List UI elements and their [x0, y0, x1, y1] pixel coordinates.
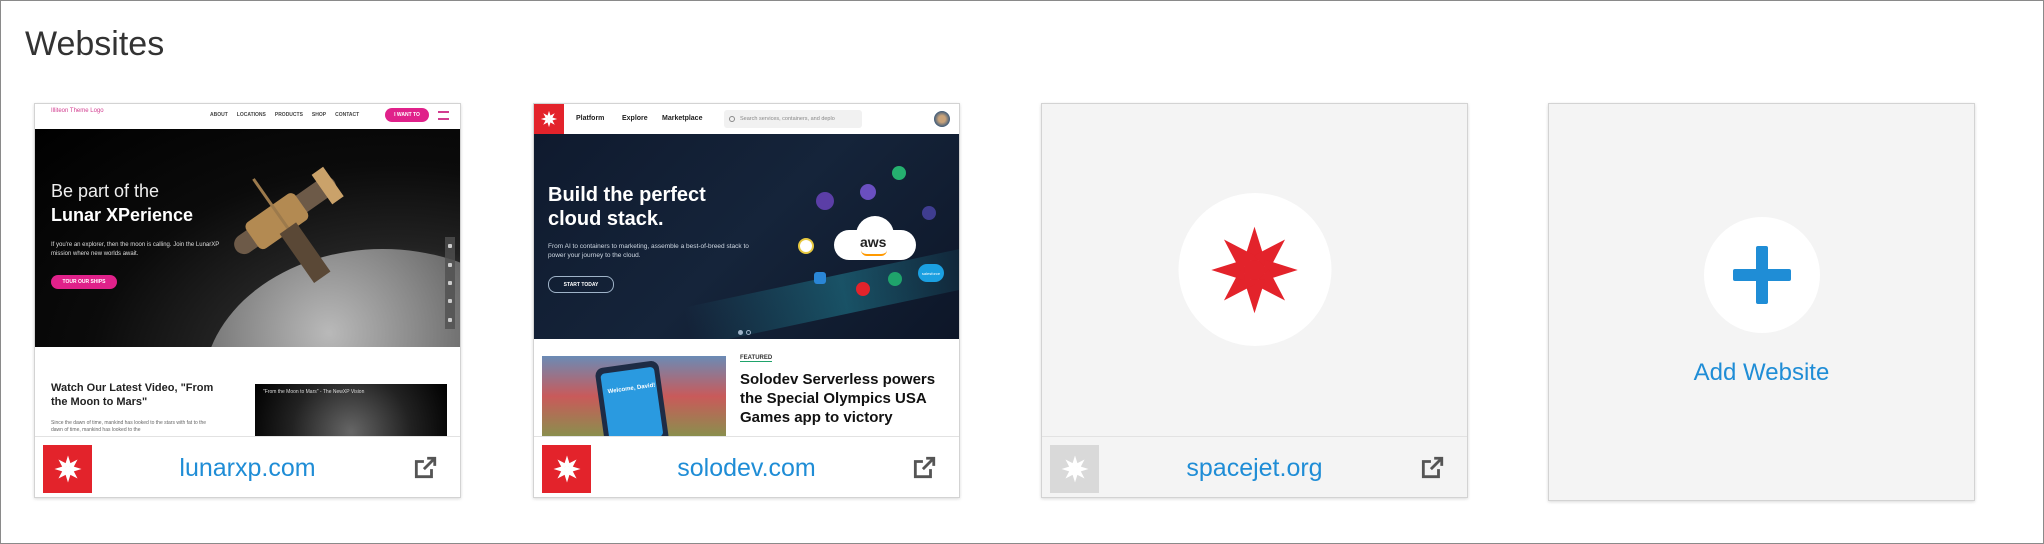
preview-nav-item: SHOP: [311, 112, 327, 118]
preview-search-placeholder: Search services, containers, and deplo: [740, 116, 835, 122]
solodev-star-logo-icon: [1211, 226, 1298, 313]
preview-hero-button: START TODAY: [548, 276, 614, 293]
solodev-star-logo-icon: [1061, 455, 1088, 483]
hamburger-icon: [438, 111, 449, 120]
carousel-dot: [746, 330, 751, 335]
preview-hero-line2: Lunar XPerience: [51, 205, 194, 225]
search-icon: [729, 116, 735, 122]
site-logo: [43, 445, 92, 493]
preview-hero-line1: Be part of the: [51, 181, 160, 201]
website-card-footer: solodev.com: [534, 436, 959, 497]
website-card-lunarxp[interactable]: Illiteon Theme Logo ABOUT LOCATIONS PROD…: [34, 103, 461, 498]
preview-nav: Platform Explore Marketplace Search serv…: [534, 104, 959, 134]
preview-section-title: Watch Our Latest Video, "From the Moon t…: [51, 382, 214, 408]
site-domain-link[interactable]: solodev.com: [614, 437, 879, 497]
integration-icon: [816, 192, 834, 210]
preview-featured-image: Welcome, David!: [542, 356, 726, 436]
carousel-dot: [738, 330, 743, 335]
preview-section-body: Since the dawn of time, mankind has look…: [51, 420, 207, 433]
integration-icon: [856, 282, 870, 296]
website-card-solodev[interactable]: Platform Explore Marketplace Search serv…: [533, 103, 960, 498]
preview-nav-item: CONTACT: [335, 112, 360, 118]
integration-icon: [922, 206, 936, 220]
solodev-star-logo-icon: [553, 455, 580, 483]
integration-icon: [860, 184, 876, 200]
placeholder-logo-circle: [1178, 193, 1331, 346]
external-link-icon[interactable]: [911, 455, 937, 481]
integration-icon: [888, 272, 902, 286]
plus-icon: [1732, 246, 1791, 304]
preview-hero-line1: Build the perfect: [548, 184, 706, 206]
preview-hero-button: TOUR OUR SHIPS: [51, 275, 117, 289]
satellite-image: [234, 166, 344, 283]
preview-nav-item: LOCATIONS: [236, 112, 266, 118]
integration-icon: [814, 272, 826, 284]
preview-hero-line2: cloud stack.: [548, 208, 664, 230]
preview-search-box: Search services, containers, and deplo: [724, 110, 862, 128]
external-link-icon[interactable]: [412, 455, 438, 481]
preview-featured-tag: FEATURED: [740, 355, 773, 362]
preview-nav-item: PRODUCTS: [274, 112, 303, 118]
external-link-icon[interactable]: [1419, 455, 1445, 481]
website-card-footer: lunarxp.com: [35, 436, 460, 497]
preview-featured-title: Solodev Serverless powers the Special Ol…: [740, 371, 936, 426]
preview-hero: Be part of the Lunar XPerience If you're…: [35, 129, 460, 347]
site-logo: [542, 445, 591, 493]
aws-cloud-image: aws: [834, 216, 916, 260]
preview-hero-body: If you're an explorer, then the moon is …: [51, 242, 220, 257]
preview-logo-alt: Illiteon Theme Logo: [51, 108, 104, 114]
preview-hero: Build the perfect cloud stack. From AI t…: [534, 134, 959, 339]
website-preview-placeholder[interactable]: [1042, 104, 1467, 436]
preview-logo: [534, 104, 564, 134]
add-website-circle[interactable]: [1703, 217, 1820, 333]
solodev-star-logo-icon: [54, 455, 81, 483]
website-preview-thumbnail[interactable]: Illiteon Theme Logo ABOUT LOCATIONS PROD…: [35, 104, 460, 436]
preview-nav-item: Platform: [576, 115, 605, 122]
websites-panel: Websites Illiteon Theme Logo ABOUT LOCAT…: [0, 0, 2044, 544]
preview-nav: Illiteon Theme Logo ABOUT LOCATIONS PROD…: [35, 104, 460, 128]
avatar: [934, 111, 950, 127]
preview-nav-item: Explore: [622, 115, 648, 122]
site-domain-link[interactable]: spacejet.org: [1122, 437, 1387, 497]
preview-nav-button: I WANT TO: [385, 108, 429, 122]
add-website-label[interactable]: Add Website: [1549, 359, 1974, 387]
site-logo: [1050, 445, 1099, 493]
solodev-star-logo-icon: [540, 110, 558, 128]
add-website-card[interactable]: Add Website: [1548, 103, 1975, 501]
preview-nav-item: Marketplace: [662, 115, 703, 122]
preview-hero-body: From AI to containers to marketing, asse…: [548, 243, 749, 259]
aws-smile-icon: [861, 250, 887, 256]
preview-video-title: "From the Moon to Mars" - The NewXP Visi…: [263, 389, 365, 395]
preview-video-thumbnail: "From the Moon to Mars" - The NewXP Visi…: [255, 384, 447, 436]
website-preview-thumbnail[interactable]: Platform Explore Marketplace Search serv…: [534, 104, 959, 436]
website-card-footer: spacejet.org: [1042, 436, 1467, 497]
salesforce-badge: salesforce: [918, 264, 944, 282]
page-title: Websites: [25, 25, 165, 63]
preview-nav-item: ABOUT: [210, 112, 228, 118]
aws-label: aws: [860, 234, 887, 250]
integration-icon: [892, 166, 906, 180]
integration-icon: [798, 238, 814, 254]
site-domain-link[interactable]: lunarxp.com: [115, 437, 380, 497]
preview-social-bar: [445, 237, 455, 329]
website-card-spacejet[interactable]: spacejet.org: [1041, 103, 1468, 498]
